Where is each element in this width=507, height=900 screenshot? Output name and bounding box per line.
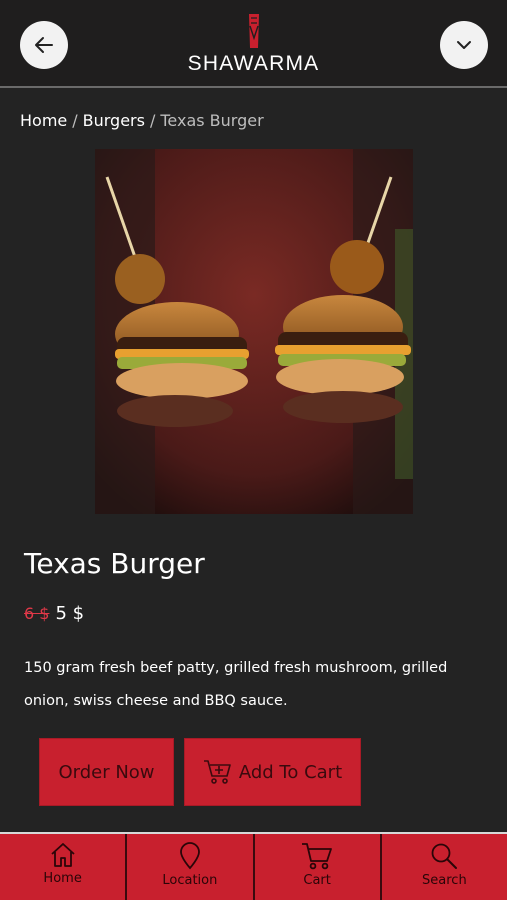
product-description: 150 gram fresh beef patty, grilled fresh… [24,660,448,709]
cart-plus-icon [203,760,231,784]
tab-cart-label: Cart [303,873,331,888]
breadcrumb-current: Texas Burger [160,111,264,130]
brand-logo: SHAWARMA [0,12,507,76]
dropdown-button[interactable] [440,21,488,69]
cart-icon [302,843,333,870]
tab-cart[interactable]: Cart [255,834,382,900]
order-now-label: Order Now [58,761,155,783]
price-row: 6 $ 5 $ [24,603,84,624]
current-price: 5 $ [55,603,85,624]
breadcrumb-separator: / [72,111,78,130]
breadcrumb-category-link[interactable]: Burgers [83,111,145,130]
tab-location-label: Location [162,873,218,888]
burger-photo-illustration [95,149,413,514]
tab-home[interactable]: Home [0,834,128,900]
breadcrumb-home-link[interactable]: Home [20,111,67,130]
tab-home-label: Home [43,871,82,886]
add-to-cart-button[interactable]: Add To Cart [184,738,361,806]
tab-search-label: Search [422,873,467,888]
chevron-down-icon [457,41,471,49]
search-icon [431,843,458,869]
breadcrumb-separator: / [149,111,156,130]
app-header: SHAWARMA [0,0,507,88]
logo-text: SHAWARMA [187,52,320,75]
shawarma-logo-icon [248,14,259,48]
location-pin-icon [179,842,200,870]
home-icon [51,843,75,867]
bottom-tab-bar: Home Location Cart Search [0,832,507,900]
tab-search[interactable]: Search [382,834,507,900]
breadcrumb: Home / Burgers / Texas Burger [20,111,264,130]
add-to-cart-label: Add To Cart [238,761,343,783]
product-image [95,149,413,514]
product-title: Texas Burger [24,547,205,580]
tab-location[interactable]: Location [127,834,255,900]
order-now-button[interactable]: Order Now [39,738,174,806]
old-price: 6 $ [24,604,50,623]
